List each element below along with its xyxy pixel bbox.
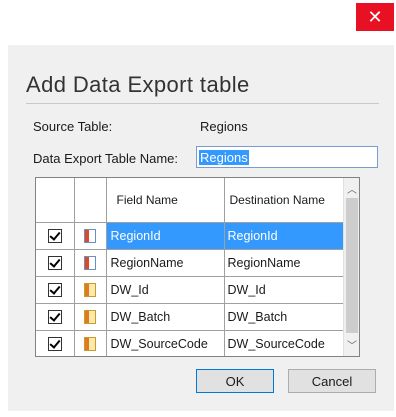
table-row[interactable]: DW_SourceCode DW_SourceCode (36, 330, 345, 356)
fields-grid[interactable]: Field Name Destination Name RegionId Regi… (35, 177, 360, 357)
include-checkbox[interactable] (47, 283, 62, 298)
scroll-thumb[interactable] (346, 198, 358, 333)
row-icon-cell (74, 222, 107, 250)
include-checkbox[interactable] (47, 256, 62, 271)
destination-name-cell[interactable]: RegionName (224, 249, 345, 277)
key-column-icon (84, 256, 96, 271)
close-icon: ✕ (367, 6, 383, 28)
include-checkbox[interactable] (47, 310, 62, 325)
header-field-name[interactable]: Field Name (106, 178, 225, 223)
export-table-name-input[interactable]: Regions (196, 146, 378, 168)
row-icon-cell (74, 303, 107, 331)
table-row[interactable]: RegionName RegionName (36, 249, 345, 277)
source-table-label: Source Table: (33, 119, 113, 134)
dialog-title: Add Data Export table (26, 72, 250, 97)
table-row[interactable]: DW_Id DW_Id (36, 276, 345, 304)
field-name-cell[interactable]: RegionId (106, 222, 225, 250)
header-row: Field Name Destination Name (36, 178, 345, 223)
scroll-up-icon[interactable]: ︿ (344, 180, 359, 196)
destination-name-cell[interactable]: DW_SourceCode (224, 330, 345, 356)
row-icon-cell (74, 276, 107, 304)
cancel-button[interactable]: Cancel (288, 369, 376, 393)
fields-table: Field Name Destination Name RegionId Regi… (36, 178, 345, 356)
column-icon (84, 310, 96, 325)
row-checkbox-cell (36, 222, 75, 250)
row-checkbox-cell (36, 303, 75, 331)
field-name-cell[interactable]: DW_Id (106, 276, 225, 304)
row-checkbox-cell (36, 330, 75, 356)
destination-name-cell[interactable]: DW_Id (224, 276, 345, 304)
export-table-name-label: Data Export Table Name: (33, 151, 178, 166)
close-button[interactable]: ✕ (356, 3, 394, 31)
include-checkbox[interactable] (47, 229, 62, 244)
title-divider (26, 103, 379, 104)
field-name-cell[interactable]: DW_SourceCode (106, 330, 225, 356)
row-icon-cell (74, 330, 107, 356)
row-checkbox-cell (36, 276, 75, 304)
ok-button[interactable]: OK (196, 369, 274, 393)
field-name-cell[interactable]: RegionName (106, 249, 225, 277)
title-bar: ✕ (0, 0, 396, 36)
field-name-cell[interactable]: DW_Batch (106, 303, 225, 331)
destination-name-cell[interactable]: RegionId (224, 222, 345, 250)
column-icon (84, 283, 96, 298)
source-table-value: Regions (200, 119, 248, 134)
export-table-name-value: Regions (199, 150, 249, 165)
vertical-scrollbar[interactable]: ︿ ﹀ (343, 178, 359, 356)
row-checkbox-cell (36, 249, 75, 277)
destination-name-cell[interactable]: DW_Batch (224, 303, 345, 331)
table-row[interactable]: DW_Batch DW_Batch (36, 303, 345, 331)
row-icon-cell (74, 249, 107, 277)
table-row[interactable]: RegionId RegionId (36, 222, 345, 250)
header-icon (74, 178, 107, 223)
include-checkbox[interactable] (47, 337, 62, 352)
header-check (36, 178, 75, 223)
scroll-down-icon[interactable]: ﹀ (344, 336, 359, 352)
column-icon (84, 337, 96, 352)
key-column-icon (84, 229, 96, 244)
header-destination-name[interactable]: Destination Name (224, 178, 345, 223)
